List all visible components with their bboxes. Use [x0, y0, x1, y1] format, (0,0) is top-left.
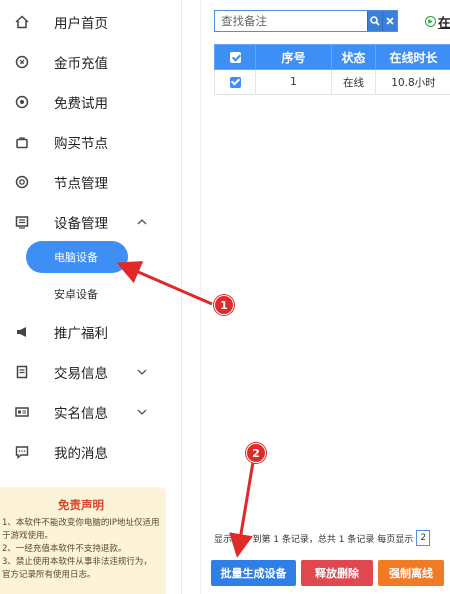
home-icon	[14, 14, 30, 30]
sidebar-item-node-management[interactable]: 节点管理	[0, 162, 182, 202]
device-icon	[14, 214, 30, 230]
annotation-marker-2: 2	[246, 443, 266, 463]
release-delete-button[interactable]: 释放删除	[301, 560, 373, 586]
sidebar-item-transactions[interactable]: 交易信息	[0, 352, 182, 392]
row-status: 在线	[331, 69, 376, 95]
select-all-checkbox[interactable]	[214, 44, 256, 70]
search-bar	[214, 10, 398, 32]
device-table: 序号 状态 在线时长 1 在线 10.8小时	[214, 44, 450, 95]
sidebar-item-label: 推广福利	[54, 326, 108, 342]
page-size-select[interactable]: 2	[416, 530, 431, 546]
sidebar-item-label: 实名信息	[54, 406, 108, 422]
sidebar-item-label: 用户首页	[54, 16, 108, 32]
sidebar-item-label: 购买节点	[54, 136, 108, 152]
table-header-row: 序号 状态 在线时长	[214, 44, 450, 70]
row-online-duration: 10.8小时	[375, 69, 450, 95]
disclaimer-line: 1、本软件不能改变你电脑的IP地址仅适用于游戏使用。	[2, 518, 160, 541]
search-input[interactable]	[215, 11, 367, 31]
sidebar-item-real-name[interactable]: 实名信息	[0, 392, 182, 432]
sidebar-item-user-home[interactable]: 用户首页	[0, 2, 182, 42]
node-target-icon	[14, 174, 30, 190]
main-panel: ▶ 在 序号 状态 在线时长 1 在线 10.8小时 显示第 1 到第 1 条记…	[200, 0, 450, 594]
sidebar-item-label: 节点管理	[54, 176, 108, 192]
search-icon	[370, 16, 380, 26]
sidebar-item-label: 交易信息	[54, 366, 108, 382]
sidebar-item-free-trial[interactable]: 免费试用	[0, 82, 182, 122]
document-icon	[14, 364, 30, 380]
batch-generate-devices-button[interactable]: 批量生成设备	[211, 560, 296, 586]
column-header-online-duration[interactable]: 在线时长	[375, 44, 450, 70]
sidebar: 用户首页 金币充值 免费试用 购买节点 节点管理 设备管理 电脑设备 安卓设备 …	[0, 0, 182, 594]
sidebar-item-label: 金币充值	[54, 56, 108, 72]
annotation-marker-1: 1	[214, 295, 234, 315]
disclaimer-line: 3、禁止使用本软件从事非法违规行为，官方记录所有使用日志。	[2, 557, 152, 580]
sidebar-item-label: 我的消息	[54, 446, 108, 462]
force-offline-button[interactable]: 强制离线	[378, 560, 444, 586]
shopping-bag-icon	[14, 134, 30, 150]
id-card-icon	[14, 404, 30, 420]
play-circle-icon: ▶	[425, 16, 436, 27]
pagination-info: 显示第 1 到第 1 条记录，总共 1 条记录 每页显示 2	[214, 530, 431, 546]
disclaimer-line: 2、一经充值本软件不支持退款。	[2, 544, 127, 554]
clear-search-button[interactable]	[382, 11, 397, 31]
pagination-text: 显示第 1 到第 1 条记录，总共 1 条记录 每页显示	[214, 534, 414, 545]
disclaimer-title: 免责声明	[58, 498, 104, 512]
sidebar-item-label: 设备管理	[54, 216, 108, 232]
table-row[interactable]: 1 在线 10.8小时	[214, 69, 450, 95]
online-filter-link[interactable]: ▶ 在	[425, 12, 450, 31]
row-checkbox[interactable]	[214, 69, 256, 95]
disclaimer-box: 免责声明 1、本软件不能改变你电脑的IP地址仅适用于游戏使用。 2、一经充值本软…	[0, 487, 166, 594]
free-trial-icon	[14, 94, 30, 110]
sidebar-item-messages[interactable]: 我的消息	[0, 432, 182, 472]
sidebar-item-buy-node[interactable]: 购买节点	[0, 122, 182, 162]
column-header-status[interactable]: 状态	[331, 44, 376, 70]
message-icon	[14, 444, 30, 460]
chevron-down-icon	[137, 366, 147, 379]
coin-recharge-icon	[14, 54, 30, 70]
chevron-down-icon	[137, 406, 147, 419]
column-header-index[interactable]: 序号	[255, 44, 332, 70]
sidebar-item-device-management[interactable]: 设备管理	[0, 202, 182, 242]
online-filter-label: 在	[438, 15, 450, 30]
megaphone-icon	[14, 324, 30, 340]
search-button[interactable]	[367, 11, 382, 31]
sidebar-subitem-pc-devices[interactable]: 电脑设备	[26, 241, 128, 273]
sidebar-item-label: 免费试用	[54, 96, 108, 112]
sidebar-item-coin-recharge[interactable]: 金币充值	[0, 42, 182, 82]
close-icon	[386, 17, 394, 25]
chevron-up-icon	[137, 216, 147, 229]
row-index: 1	[255, 69, 332, 95]
sidebar-subitem-android-devices[interactable]: 安卓设备	[26, 279, 128, 309]
sidebar-item-promotion[interactable]: 推广福利	[0, 312, 182, 352]
